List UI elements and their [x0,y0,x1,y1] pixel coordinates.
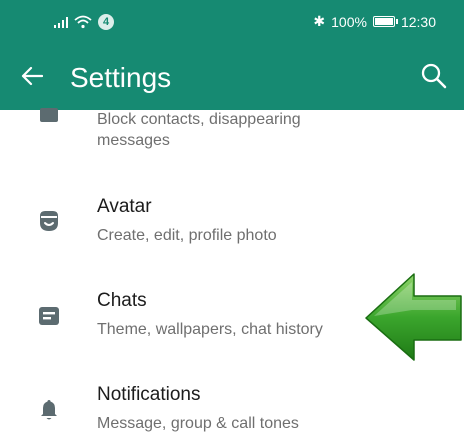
status-right: ✱ 100% 12:30 [313,13,436,30]
bell-icon [41,400,57,420]
arrow-left-icon [21,66,43,86]
wifi-icon [74,15,92,29]
page-title: Settings [70,62,172,93]
avatar-title: Avatar [97,196,152,217]
avatar-icon [40,211,58,231]
lock-icon [40,108,58,122]
chats-title: Chats [97,290,147,311]
bluetooth-icon: ✱ [313,13,326,29]
status-bar: 4 ✱ 100% 12:30 [0,0,464,46]
app-toolbar: Settings [0,46,464,110]
chats-subtitle: Theme, wallpapers, chat history [97,321,323,338]
green-arrow-left-icon [365,273,462,361]
battery-icon [372,16,398,27]
back-button[interactable] [18,62,46,90]
clock: 12:30 [400,13,436,30]
notifications-subtitle: Message, group & call tones [97,415,299,432]
notification-count-badge: 4 [98,14,114,30]
chat-icon [39,307,59,325]
notifications-title: Notifications [97,384,201,405]
battery-percent: 100% [331,13,367,30]
status-left: 4 [54,14,114,30]
signal-icon [54,16,68,28]
avatar-subtitle: Create, edit, profile photo [97,227,277,244]
search-icon[interactable] [420,62,448,90]
privacy-subtitle: Block contacts, disappearing messages [97,111,301,149]
